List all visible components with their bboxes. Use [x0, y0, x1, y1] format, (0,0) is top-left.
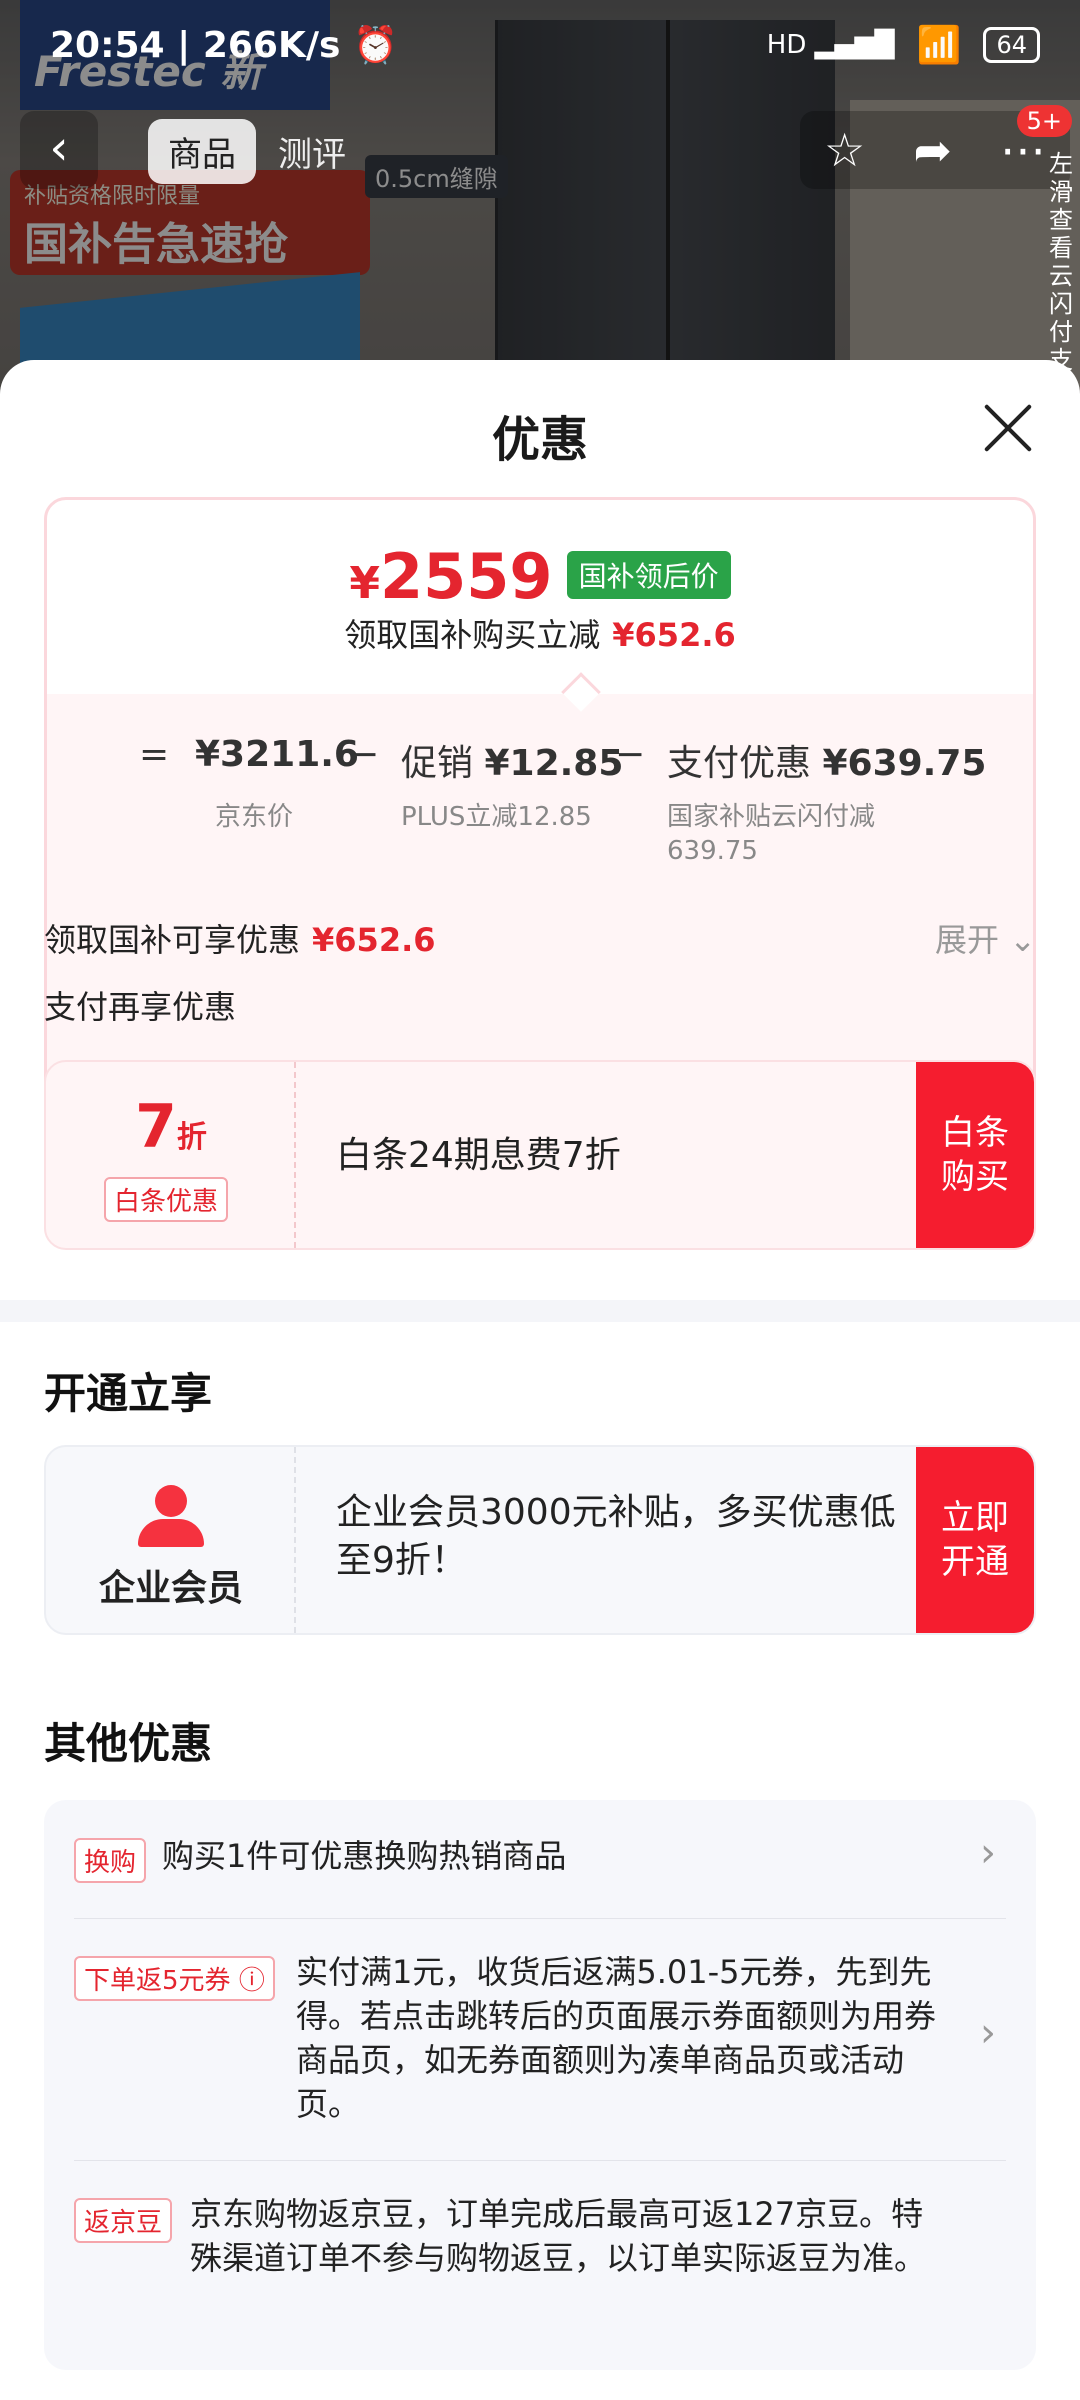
equals-sign: =: [139, 734, 170, 775]
close-icon[interactable]: [980, 400, 1036, 456]
list-item[interactable]: 下单返5元券 ⓘ 实付满1元，收货后返满5.01-5元券，先到先得。若点击跳转后…: [74, 1950, 1006, 2130]
offer-text: 实付满1元，收货后返满5.01-5元券，先到先得。若点击跳转后的页面展示券面额则…: [296, 1953, 937, 2123]
enterprise-label: 企业会员: [98, 1568, 243, 1609]
info-icon[interactable]: ⓘ: [239, 1966, 265, 1996]
baitiao-tag: 白条优惠: [104, 1177, 229, 1222]
price-tag: 国补领后价: [566, 551, 731, 599]
promo-label: 促销: [401, 743, 474, 784]
pay-label: 支付优惠: [667, 743, 812, 784]
other-section-title: 其他优惠: [44, 1719, 213, 1768]
expand-button[interactable]: 展开 ⌄: [935, 915, 1036, 961]
enterprise-text: 企业会员3000元补贴，多买优惠低至9折！: [336, 1492, 896, 1581]
back-button[interactable]: ‹: [20, 111, 98, 189]
discount-sheet: 优惠 ¥2559 国补领后价 领取国补购买立减 ¥652.6 = ¥3211.6 京…: [0, 360, 1080, 2400]
tab-product[interactable]: 商品: [148, 119, 256, 184]
status-bar: 20:54 | 266K/s ⏰ HD ▂▄▆█ 📶 64: [0, 0, 1080, 100]
clock: 20:54: [50, 25, 165, 66]
offer-text: 京东购物返京豆，订单完成后最高可返127京豆。特殊渠道订单不参与购物返豆，以订单…: [190, 2195, 927, 2277]
pay-note: 国家补贴云闪付减 639.75: [667, 802, 876, 866]
subtitle-amount: ¥652.6: [612, 616, 736, 654]
baitiao-card[interactable]: 7折 白条优惠 白条24期息费7折 白条购买: [44, 1060, 1036, 1250]
favorite-icon[interactable]: ☆: [824, 123, 865, 177]
promo-value: ¥12.85: [484, 743, 624, 784]
offer-tag: 返京豆: [74, 2198, 173, 2243]
open-now-button[interactable]: 立即开通: [916, 1447, 1034, 1633]
signal-icon: HD ▂▄▆█: [766, 30, 895, 60]
jd-price: ¥3211.6: [195, 734, 359, 775]
baitiao-buy-button[interactable]: 白条购买: [916, 1062, 1034, 1248]
price-amount: 2559: [380, 540, 553, 613]
baitiao-text: 白条24期息费7折: [336, 1135, 621, 1176]
alarm-icon: ⏰: [352, 25, 398, 66]
jd-price-label: 京东价: [215, 802, 294, 832]
pay-value: ¥639.75: [822, 743, 987, 784]
discount-value: 7折: [135, 1092, 207, 1162]
minus-sign: −: [349, 734, 380, 775]
offer-tag: 下单返5元券 ⓘ: [74, 1956, 275, 2001]
chevron-right-icon: ›: [980, 1830, 996, 1876]
chevron-down-icon: ⌄: [1009, 921, 1036, 959]
enterprise-card[interactable]: 企业会员 企业会员3000元补贴，多买优惠低至9折！ 立即开通: [44, 1445, 1036, 1635]
promo-note: PLUS立减12.85: [401, 802, 592, 832]
share-icon[interactable]: ➦: [913, 123, 952, 177]
offer-tag: 换购: [74, 1838, 147, 1883]
tab-review[interactable]: 测评: [278, 127, 346, 176]
final-price: ¥2559 国补领后价: [47, 540, 1033, 613]
subsidy-amount: ¥652.6: [312, 921, 436, 959]
currency-symbol: ¥: [349, 558, 381, 609]
pay-again-label: 支付再享优惠: [44, 988, 237, 1026]
message-badge: 5+: [1016, 105, 1072, 137]
open-section-title: 开通立享: [44, 1369, 213, 1418]
net-speed: 266K/s: [202, 25, 341, 66]
list-item[interactable]: 换购 购买1件可优惠换购热销商品 ›: [74, 1800, 1006, 1910]
side-hint[interactable]: 左滑查看云闪付支: [1046, 150, 1076, 374]
subsidy-row: 领取国补可享优惠 ¥652.6: [44, 921, 436, 959]
offer-text: 购买1件可优惠换购热销商品: [162, 1837, 567, 1875]
section-divider: [0, 1300, 1080, 1322]
chevron-right-icon: ›: [980, 2010, 996, 2056]
minus-sign: −: [615, 734, 646, 775]
other-offers-list: 换购 购买1件可优惠换购热销商品 › 下单返5元券 ⓘ 实付满1元，收货后返满5…: [44, 1800, 1036, 2370]
wifi-icon: 📶: [916, 25, 962, 66]
price-subtitle: 领取国补购买立减 ¥652.6: [344, 616, 736, 654]
list-item[interactable]: 返京豆 京东购物返京豆，订单完成后最高可返127京豆。特殊渠道订单不参与购物返豆…: [74, 2192, 1006, 2342]
top-nav: ‹ 商品 测评 ☆ ➦ ⋯ 5+: [0, 105, 1080, 195]
sheet-title: 优惠: [491, 412, 588, 468]
user-icon: [138, 1485, 204, 1547]
battery-icon: 64: [983, 27, 1040, 63]
